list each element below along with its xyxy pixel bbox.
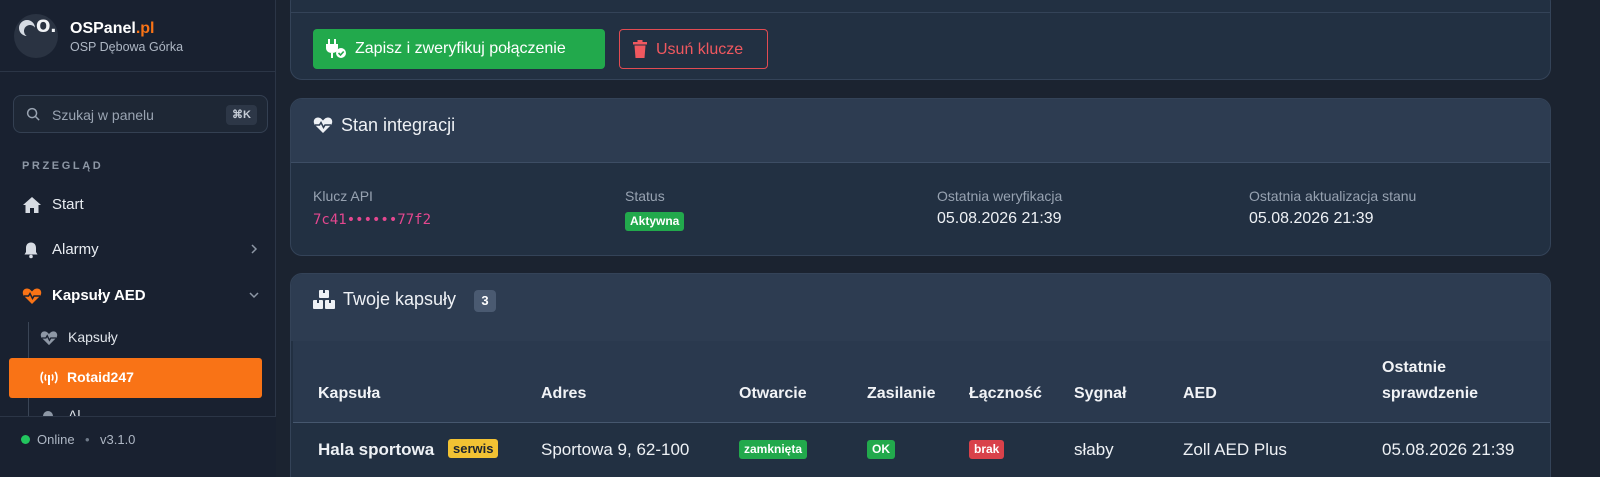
delete-keys-button[interactable]: Usuń klucze [619,29,768,69]
capsules-card: Twoje kapsuły 3 Kapsuła Adres Otwarcie Z… [290,273,1551,477]
section-label: PRZEGLĄD [22,160,104,172]
sidebar-item-start[interactable]: Start [22,193,262,217]
sidebar-subitem-label: Kapsuły [68,329,118,345]
search-icon [26,107,40,121]
last-update-value: 05.08.2026 21:39 [1249,210,1374,227]
save-verify-button[interactable]: Zapisz i zweryfikuj połączenie [313,29,605,69]
sidebar-subitem-kapsuly[interactable]: Kapsuły [40,327,262,349]
sidebar-item-kapsuly-aed[interactable]: Kapsuły AED [22,284,262,308]
column-header[interactable]: sprawdzenie [1382,385,1478,403]
capsule-address: Sportowa 9, 62-100 [541,440,690,459]
heart-pulse-icon [313,117,333,133]
column-header[interactable]: Sygnał [1074,385,1126,403]
chevron-right-icon [251,244,258,254]
api-key-label: Klucz API [313,188,373,204]
search-placeholder: Szukaj w panelu [52,107,154,123]
sidebar: O. OSPanel.pl OSP Dębowa Górka Szukaj w … [0,0,276,477]
column-header[interactable]: Zasilanie [867,385,935,403]
last-update-label: Ostatnia aktualizacja stanu [1249,188,1417,204]
search-input[interactable]: Szukaj w panelu ⌘K [13,95,268,133]
boxes-icon [313,290,335,309]
card-header: Stan integracji [291,99,1550,163]
actions-row: Zapisz i zweryfikuj połączenie Usuń kluc… [291,15,1550,79]
sidebar-item-label: Alarmy [52,241,99,258]
bell-icon [24,242,38,259]
capsules-title: Twoje kapsuły [343,289,457,309]
last-verification-label: Ostatnia weryfikacja [937,188,1063,204]
signal-value: słaby [1074,440,1114,459]
sidebar-item-label: Start [52,196,84,213]
integration-title: Stan integracji [341,115,456,135]
last-check-value: 05.08.2026 21:39 [1382,440,1515,459]
opening-badge: zamknięta [739,440,808,459]
chevron-down-icon [249,292,259,299]
capsules-count-badge: 3 [474,290,496,312]
heart-pulse-icon [22,288,42,304]
footer-separator: • [85,432,90,447]
sidebar-subitem-label: Rotaid247 [67,369,134,385]
integration-status-card: Stan integracji Klucz API 7c41••••••77f2… [290,98,1551,256]
plug-check-icon [326,39,346,58]
online-status: Online [37,432,75,447]
connectivity-badge: brak [969,440,1005,459]
sidebar-subitem-rotaid247[interactable]: Rotaid247 [9,358,262,398]
card-header: Twoje kapsuły 3 [291,274,1550,341]
api-key-value: 7c41••••••77f2 [313,212,432,228]
capsule-name[interactable]: Hala sportowa [318,440,434,460]
divider [291,12,1550,13]
status-label: Status [625,188,665,204]
status-badge: Aktywna [625,212,685,231]
column-header[interactable]: Łączność [969,385,1042,403]
api-key-card: Zapisz i zweryfikuj połączenie Usuń kluc… [290,0,1551,80]
home-icon [23,197,41,213]
brand-name: OSPanel.pl [70,20,155,37]
table-header: Kapsuła Adres Otwarcie Zasilanie Łącznoś… [293,341,1550,423]
power-badge: OK [867,440,895,459]
delete-keys-label: Usuń klucze [656,41,744,58]
antenna-icon [40,371,58,385]
service-badge: serwis [448,439,499,458]
sidebar-item-alarmy[interactable]: Alarmy [22,238,262,262]
divider [0,71,276,72]
sidebar-footer: Online • v3.1.0 [0,416,276,477]
column-header[interactable]: Adres [541,385,586,403]
brand[interactable]: O. OSPanel.pl OSP Dębowa Górka [14,14,254,58]
heart-pulse-icon [40,331,58,346]
app-version: v3.1.0 [100,432,136,447]
shortcut-badge: ⌘K [226,105,257,125]
last-verification-value: 05.08.2026 21:39 [937,210,1062,227]
logo: O. [14,14,58,58]
sidebar-item-label: Kapsuły AED [52,287,146,304]
column-header[interactable]: AED [1183,385,1217,403]
save-verify-label: Zapisz i zweryfikuj połączenie [355,40,566,57]
status-dot [21,435,30,444]
column-header[interactable]: Otwarcie [739,385,807,403]
column-header[interactable]: Ostatnie [1382,359,1446,377]
trash-icon [633,40,647,58]
aed-model: Zoll AED Plus [1183,440,1287,459]
brand-subtitle: OSP Dębowa Górka [70,40,184,54]
column-header[interactable]: Kapsuła [318,385,380,403]
